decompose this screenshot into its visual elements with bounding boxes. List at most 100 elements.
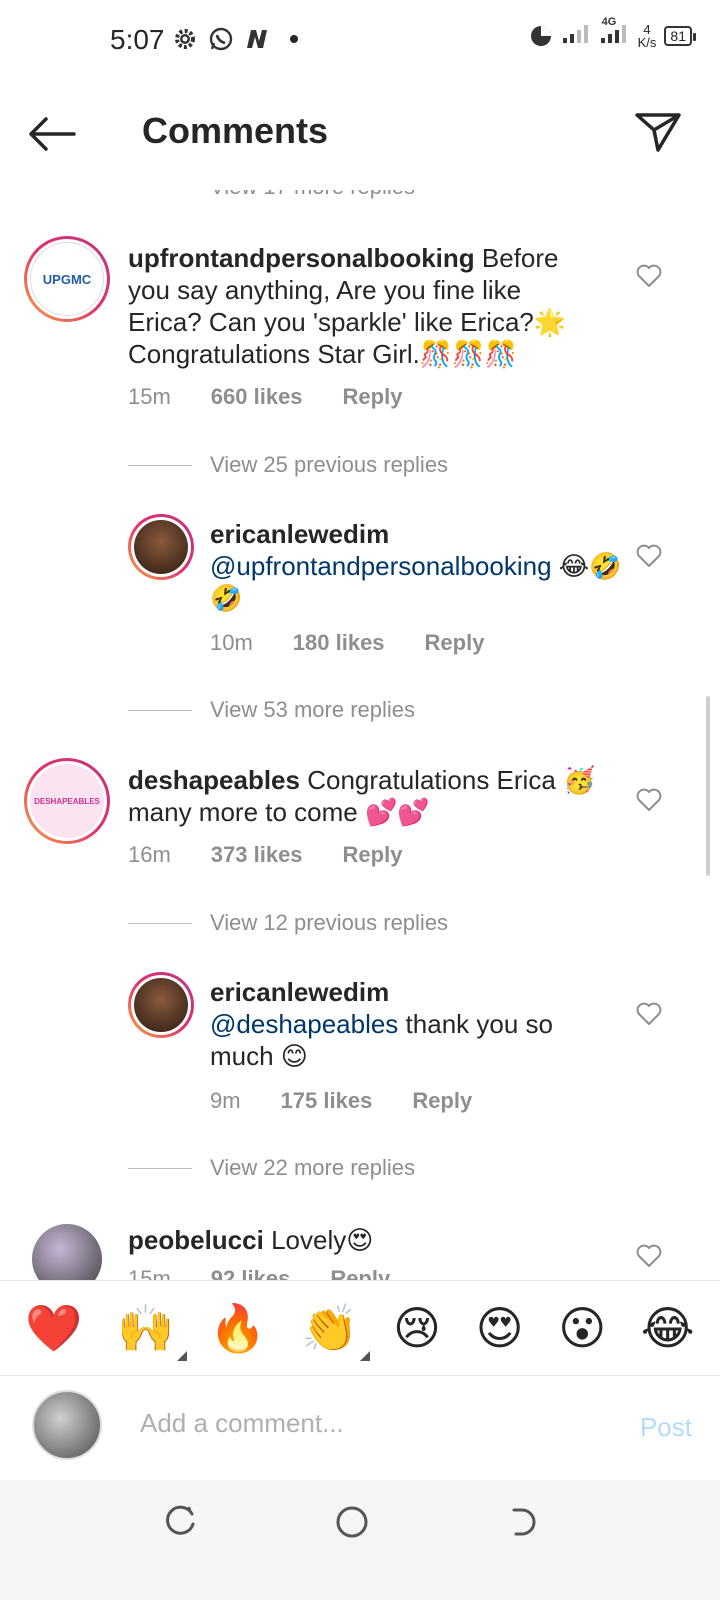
variant-corner-icon bbox=[176, 1351, 187, 1361]
reply-button[interactable]: Reply bbox=[330, 1266, 390, 1280]
view-replies-label: View 25 previous replies bbox=[210, 452, 449, 477]
reply-button[interactable]: Reply bbox=[343, 842, 403, 868]
comment-username[interactable]: ericanlewedim bbox=[210, 976, 610, 1008]
like-heart-icon[interactable] bbox=[636, 544, 664, 572]
signal-2-icon: 4G bbox=[600, 16, 630, 49]
comment-meta: 16m 373 likes Reply bbox=[128, 842, 442, 868]
comment-body: ericanlewedim @upfrontandpersonalbooking… bbox=[210, 518, 630, 614]
my-avatar bbox=[32, 1390, 102, 1460]
recents-icon[interactable] bbox=[162, 1504, 202, 1544]
comment-time: 16m bbox=[128, 842, 171, 867]
avatar-logo: DESHAPEABLES bbox=[30, 764, 104, 838]
reply-button[interactable]: Reply bbox=[412, 1088, 472, 1114]
home-circle-icon[interactable] bbox=[334, 1504, 374, 1544]
view-replies-label: View 22 more replies bbox=[210, 1155, 416, 1180]
settings-gear-icon bbox=[172, 26, 198, 52]
comment-time: 15m bbox=[128, 384, 171, 409]
emoji-raised-hands-glyph: 🙌 bbox=[117, 1302, 175, 1354]
avatar[interactable] bbox=[32, 1224, 102, 1280]
comment-username[interactable]: peobelucci bbox=[128, 1225, 264, 1255]
network-type: 4G bbox=[601, 16, 617, 28]
emoji-clap-glyph: 👏 bbox=[301, 1302, 359, 1354]
comment-meta: 9m 175 likes Reply bbox=[210, 1088, 512, 1114]
avatar-photo bbox=[134, 978, 188, 1032]
n-app-icon bbox=[244, 26, 270, 52]
comment-username[interactable]: ericanlewedim bbox=[210, 518, 630, 550]
system-nav-bar bbox=[0, 1480, 720, 1600]
variant-corner-icon bbox=[360, 1351, 371, 1361]
battery-icon: 81 bbox=[664, 25, 696, 46]
view-replies-line bbox=[128, 709, 192, 711]
reply-button[interactable]: Reply bbox=[425, 630, 485, 656]
view-replies-line bbox=[128, 464, 192, 466]
net-speed-value: 4 bbox=[643, 21, 651, 37]
view-replies-button[interactable]: View 12 previous replies bbox=[128, 910, 448, 936]
view-replies-line bbox=[128, 1167, 192, 1169]
view-replies-label: View 53 more replies bbox=[210, 697, 416, 722]
comment-time: 15m bbox=[128, 1266, 171, 1280]
comments-list[interactable]: View 17 more replies UPGMC upfrontandper… bbox=[0, 160, 720, 1280]
view-replies-label: View 12 previous replies bbox=[210, 910, 449, 935]
reply-button[interactable]: Reply bbox=[343, 384, 403, 410]
comment-input[interactable] bbox=[140, 1408, 580, 1439]
comment-likes[interactable]: 175 likes bbox=[281, 1088, 373, 1114]
avatar-photo bbox=[134, 520, 188, 574]
view-replies-line bbox=[128, 922, 192, 924]
page-title: Comments bbox=[142, 110, 329, 151]
back-arrow-icon[interactable] bbox=[28, 112, 82, 156]
direct-share-icon[interactable] bbox=[634, 108, 682, 156]
comment-likes[interactable]: 92 likes bbox=[211, 1266, 291, 1280]
comment-time: 10m bbox=[210, 630, 253, 655]
comment-meta: 15m 660 likes Reply bbox=[128, 384, 442, 410]
status-bar: 5:07 4G 4 K/s 81 bbox=[0, 0, 720, 80]
comment-compose-bar: Post bbox=[0, 1376, 720, 1480]
net-speed-unit: K/s bbox=[637, 34, 657, 50]
like-heart-icon[interactable] bbox=[636, 788, 664, 816]
back-nav-icon[interactable] bbox=[506, 1504, 546, 1544]
view-replies-button[interactable]: View 53 more replies bbox=[128, 697, 415, 723]
like-heart-icon[interactable] bbox=[636, 264, 664, 292]
comment-username[interactable]: deshapeables bbox=[128, 765, 300, 795]
net-speed: 4 K/s bbox=[638, 23, 657, 49]
comment-likes[interactable]: 180 likes bbox=[293, 630, 385, 656]
status-time: 5:07 bbox=[110, 24, 165, 55]
emoji-quick-bar: ❤️ 🙌 🔥 👏 😢 😍 😮 😂 bbox=[0, 1280, 720, 1376]
comment-time: 9m bbox=[210, 1088, 241, 1113]
comment-body: deshapeables Congratulations Erica 🥳 man… bbox=[128, 764, 608, 828]
avatar[interactable]: UPGMC bbox=[24, 236, 110, 322]
notification-dot-icon bbox=[290, 35, 298, 43]
status-notification-icons bbox=[172, 26, 298, 52]
comment-username[interactable]: upfrontandpersonalbooking bbox=[128, 243, 475, 273]
comment-body: ericanlewedim @deshapeables thank you so… bbox=[210, 976, 610, 1072]
comment-mention[interactable]: @upfrontandpersonalbooking bbox=[210, 551, 552, 581]
avatar[interactable] bbox=[128, 514, 194, 580]
emoji-fire[interactable]: 🔥 bbox=[209, 1303, 266, 1353]
emoji-raised-hands[interactable]: 🙌 bbox=[117, 1302, 187, 1361]
comment-text: Lovely😍 bbox=[271, 1225, 374, 1255]
avatar[interactable] bbox=[128, 972, 194, 1038]
avatar[interactable]: DESHAPEABLES bbox=[24, 758, 110, 844]
view-replies-button[interactable]: View 22 more replies bbox=[128, 1155, 415, 1181]
emoji-wow[interactable]: 😮 bbox=[558, 1303, 606, 1353]
emoji-laugh[interactable]: 😂 bbox=[641, 1303, 695, 1353]
signal-1-icon bbox=[562, 22, 592, 49]
comment-likes[interactable]: 373 likes bbox=[211, 842, 303, 868]
view-replies-button[interactable]: View 25 previous replies bbox=[128, 452, 448, 478]
emoji-heart[interactable]: ❤️ bbox=[25, 1303, 82, 1353]
avatar-logo: UPGMC bbox=[30, 242, 104, 316]
comment-meta: 15m 92 likes Reply bbox=[128, 1266, 430, 1280]
comment-likes[interactable]: 660 likes bbox=[211, 384, 303, 410]
like-heart-icon[interactable] bbox=[636, 1244, 664, 1272]
emoji-clap[interactable]: 👏 bbox=[301, 1302, 371, 1361]
comment-meta: 10m 180 likes Reply bbox=[210, 630, 524, 656]
comment-body: upfrontandpersonalbooking Before you say… bbox=[128, 242, 598, 370]
post-button[interactable]: Post bbox=[640, 1412, 692, 1443]
comment-body: peobelucci Lovely😍 bbox=[128, 1224, 588, 1256]
scrollbar[interactable] bbox=[706, 696, 710, 876]
emoji-heart-eyes[interactable]: 😍 bbox=[476, 1303, 524, 1353]
header: Comments bbox=[0, 80, 720, 190]
whatsapp-icon bbox=[208, 26, 234, 52]
emoji-cry[interactable]: 😢 bbox=[393, 1303, 441, 1353]
comment-mention[interactable]: @deshapeables bbox=[210, 1009, 398, 1039]
like-heart-icon[interactable] bbox=[636, 1002, 664, 1030]
